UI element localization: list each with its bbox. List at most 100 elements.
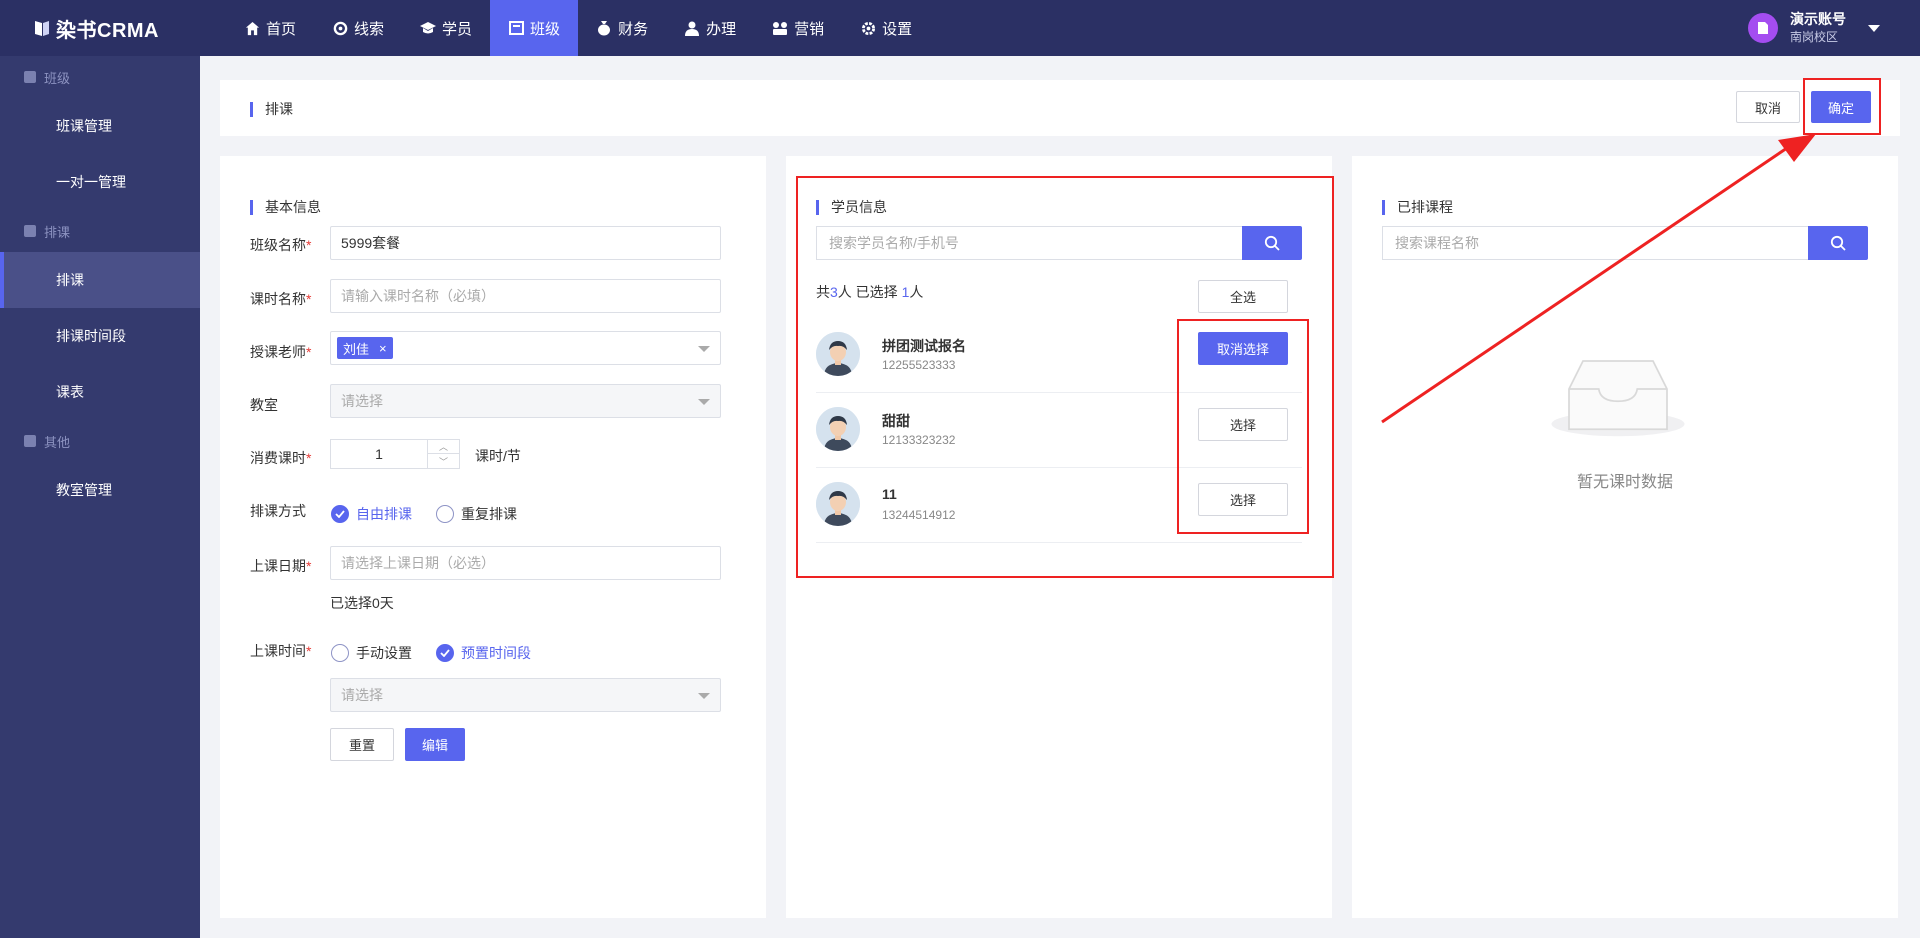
select-all-button[interactable]: 全选 [1198,280,1288,313]
book-logo-icon [35,21,49,36]
schedule-group-icon [24,225,36,237]
nav-leads[interactable]: 线索 [314,0,402,56]
sidebar-item-classroom[interactable]: 教室管理 [0,462,200,518]
home-icon [244,20,260,36]
chevron-down-icon[interactable] [1868,24,1880,32]
time-label-text: 上课时间 [250,643,306,659]
required-mark: * [306,558,312,574]
time-slot-select[interactable]: 请选择 [330,678,721,712]
student-phone: 12255523333 [882,358,956,372]
consume-label-text: 消费课时 [250,450,306,466]
required-mark: * [306,643,312,659]
leads-icon [332,20,348,36]
main-nav: 首页 线索 学员 班级 财务 办理 营销 设置 [226,0,930,56]
teacher-select[interactable]: 刘佳 × [330,331,721,365]
teacher-tag: 刘佳 × [337,337,393,359]
summary-prefix: 共 [816,284,830,300]
sidebar-item-label: 一对一管理 [56,174,126,190]
radio-free-schedule[interactable]: 自由排课 [331,504,412,524]
avatar [816,332,860,376]
document-icon [1758,22,1768,34]
nav-students[interactable]: 学员 [402,0,490,56]
lesson-name-input[interactable]: 请输入课时名称（必填） [330,279,721,313]
time-slot-placeholder: 请选择 [341,687,383,703]
stepper-up-icon[interactable]: ︿ [428,440,459,454]
sidebar-item-timetable[interactable]: 课表 [0,364,200,420]
lesson-name-label-text: 课时名称 [250,291,306,307]
sidebar-item-one-on-one[interactable]: 一对一管理 [0,154,200,210]
consume-value: 1 [375,446,383,462]
class-group-icon [24,71,36,83]
student-name: 甜甜 [882,413,910,429]
nav-home-label: 首页 [266,20,297,38]
required-mark: * [306,450,312,466]
account-campus: 南岗校区 [1790,30,1839,44]
nav-settings[interactable]: 设置 [842,0,930,56]
class-icon [508,20,524,36]
account-name: 演示账号 [1790,11,1846,27]
nav-marketing[interactable]: 营销 [754,0,842,56]
search-icon [1830,235,1846,251]
consume-stepper[interactable]: 1 ︿ ﹀ [330,439,460,469]
page-title: 排课 [250,99,293,119]
nav-finance[interactable]: 财务 [578,0,666,56]
student-summary: 共3人 已选择 1人 [816,282,923,302]
cancel-button[interactable]: 取消 [1736,91,1800,123]
radio-empty-icon [331,644,349,662]
annotation-arrow [1381,134,1816,424]
avatar [816,407,860,451]
reset-button[interactable]: 重置 [330,728,394,761]
sidebar-item-schedule[interactable]: 排课 [0,252,200,308]
student-phone: 12133323232 [882,433,956,447]
person-icon [684,20,700,36]
teacher-label-text: 授课老师 [250,344,306,360]
date-picker[interactable]: 请选择上课日期（必选） [330,546,721,580]
avatar [816,482,860,526]
nav-finance-label: 财务 [618,20,649,38]
sidebar-item-label: 教室管理 [56,482,112,498]
nav-handle-label: 办理 [706,20,737,38]
radio-manual-time[interactable]: 手动设置 [331,643,412,663]
stepper-arrows: ︿ ﹀ [427,440,459,468]
sidebar-group-label: 排课 [44,224,71,240]
nav-class[interactable]: 班级 [490,0,579,56]
sidebar-group-other: 其他 [0,420,200,462]
other-group-icon [24,435,36,447]
top-navbar: 染书CRMA 首页 线索 学员 班级 财务 办理 营销 设置 演示账号 南岗校区 [0,0,1920,56]
nav-home[interactable]: 首页 [226,0,314,56]
class-name-value: 5999套餐 [341,235,401,251]
student-search-input[interactable]: 搜索学员名称/手机号 [816,226,1242,260]
sidebar-group-schedule: 排课 [0,210,200,252]
date-label-text: 上课日期 [250,558,306,574]
nav-handle[interactable]: 办理 [666,0,754,56]
sidebar-group-label: 班级 [44,70,71,86]
basic-info-panel [220,156,766,918]
student-search-button[interactable] [1242,226,1302,260]
class-name-field[interactable]: 5999套餐 [330,226,721,260]
sidebar-group-class: 班级 [0,56,200,98]
sidebar-item-class-manage[interactable]: 班课管理 [0,98,200,154]
edit-button[interactable]: 编辑 [405,728,465,761]
deselect-student-button[interactable]: 取消选择 [1198,332,1288,365]
radio-repeat-schedule[interactable]: 重复排课 [436,504,517,524]
search-icon [1264,235,1280,251]
summary-mid: 人 已选择 [837,284,902,300]
sidebar-group-label: 其他 [44,434,71,450]
app-logo[interactable]: 染书CRMA [0,0,200,56]
room-select[interactable]: 请选择 [330,384,721,418]
sidebar-item-time-slots[interactable]: 排课时间段 [0,308,200,364]
select-student-button[interactable]: 选择 [1198,408,1288,441]
confirm-button[interactable]: 确定 [1811,91,1871,123]
account-menu[interactable]: 演示账号 南岗校区 [1748,0,1880,56]
student-name: 11 [882,486,897,502]
select-student-button[interactable]: 选择 [1198,483,1288,516]
nav-class-label: 班级 [530,20,561,38]
lesson-name-label: 课时名称* [250,289,311,309]
radio-preset-time[interactable]: 预置时间段 [436,643,531,663]
stepper-down-icon[interactable]: ﹀ [428,454,459,468]
money-bag-icon [596,20,612,36]
close-icon[interactable]: × [379,341,387,356]
basic-info-title: 基本信息 [250,197,321,217]
date-label: 上课日期* [250,556,311,576]
nav-marketing-label: 营销 [794,20,825,38]
